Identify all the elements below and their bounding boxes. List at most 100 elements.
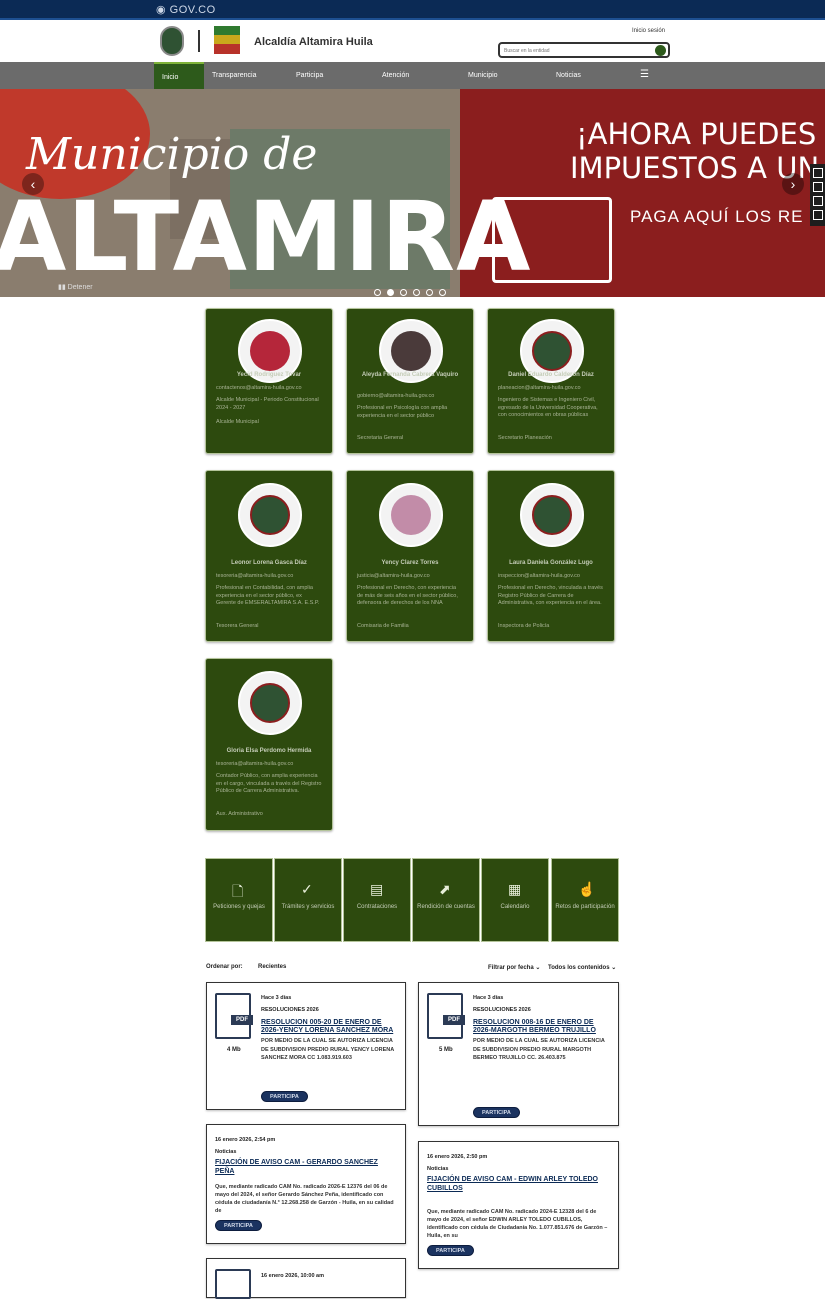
chart-icon: ⬈ <box>439 881 451 897</box>
site-title[interactable]: Alcaldía Altamira Huila <box>254 36 373 48</box>
filter-content-label: Todos los contenidos <box>548 965 610 971</box>
staff-card[interactable]: Yency Clarez Torres justicia@altamira-hu… <box>346 470 474 642</box>
tile-peticiones[interactable]: 🗋 Peticiones y quejas <box>205 858 273 942</box>
font-increase-icon[interactable] <box>812 196 823 206</box>
govco-link[interactable]: ◉ GOV.CO <box>156 3 216 16</box>
news-title[interactable]: FIJACIÓN DE AVISO CAM - EDWIN ARLEY TOLE… <box>427 1176 610 1193</box>
site-header: Alcaldía Altamira Huila Inicio sesión <box>0 22 825 62</box>
staff-email[interactable]: inspeccion@altamira-huila.gov.co <box>498 573 604 581</box>
search-input[interactable] <box>504 45 644 56</box>
municipal-flag-logo <box>214 26 240 54</box>
staff-email[interactable]: justicia@altamira-huila.gov.co <box>357 573 463 581</box>
participa-button[interactable]: PARTICIPA <box>261 1091 308 1102</box>
staff-card[interactable]: Yecid Rodríguez Tovar contactenos@altami… <box>205 308 333 454</box>
carousel-dots <box>374 283 452 297</box>
municipal-crest-logo[interactable] <box>160 26 184 56</box>
staff-photo <box>520 483 584 547</box>
tile-label: Contrataciones <box>356 904 398 910</box>
sort-bar: Ordenar por: Recientes Filtrar por fecha… <box>206 964 620 976</box>
carousel-dot[interactable] <box>374 289 381 296</box>
search-button[interactable] <box>655 45 666 56</box>
staff-role: Comisaria de Familia <box>357 623 409 629</box>
document-card[interactable]: PDF 4 Mb Hace 3 días RESOLUCIONES 2026 R… <box>206 982 406 1110</box>
pdf-icon: PDF <box>215 993 253 1039</box>
file-size: 4 Mb <box>227 1047 241 1053</box>
staff-card[interactable]: Leonor Lorena Gasca Díaz tesoreria@altam… <box>205 470 333 642</box>
doc-title[interactable]: RESOLUCION 005-20 DE ENERO DE 2026-YENCY… <box>261 1019 397 1035</box>
nav-item-transparencia[interactable]: Transparencia <box>212 62 257 89</box>
hand-icon: ☝ <box>578 881 596 897</box>
staff-card[interactable]: Laura Daniela González Lugo inspeccion@a… <box>487 470 615 642</box>
nav-item-participa[interactable]: Participa <box>296 62 323 89</box>
check-icon: ✓ <box>301 881 313 897</box>
carousel-dot[interactable] <box>400 289 407 296</box>
nav-item-inicio[interactable]: Inicio <box>154 62 204 89</box>
staff-email[interactable]: gobierno@altamira-huila.gov.co <box>357 393 463 401</box>
participa-button[interactable]: PARTICIPA <box>427 1245 474 1256</box>
carousel-dot-active[interactable] <box>387 289 394 296</box>
news-card[interactable]: 16 enero 2026, 2:50 pm Noticias FIJACIÓN… <box>418 1141 619 1269</box>
staff-role: Secretario Planeación <box>498 435 552 441</box>
carousel-dot[interactable] <box>413 289 420 296</box>
carousel-stop-button[interactable]: ▮▮ Detener <box>58 283 93 291</box>
hero-right-line1: ¡AHORA PUEDES P <box>576 117 825 151</box>
document-card[interactable]: PDF 5 Mb Hace 3 días RESOLUCIONES 2026 R… <box>418 982 619 1126</box>
staff-card[interactable]: Daniel Eduardo Calderón Díaz planeacion@… <box>487 308 615 454</box>
carousel-prev-button[interactable]: ‹ <box>22 173 44 195</box>
document-icon: 🗋 <box>232 883 244 899</box>
tile-calendario[interactable]: ▦ Calendario <box>481 858 549 942</box>
carousel-dot[interactable] <box>439 289 446 296</box>
nav-item-noticias[interactable]: Noticias <box>556 62 581 89</box>
staff-name: Leonor Lorena Gasca Díaz <box>231 560 307 566</box>
govco-label: GOV.CO <box>169 4 216 16</box>
doc-title[interactable]: RESOLUCION 008-16 DE ENERO DE 2026-MARGO… <box>473 1019 610 1035</box>
filter-date-dropdown[interactable]: Filtrar por fecha ⌄ <box>488 964 540 971</box>
staff-name: Laura Daniela González Lugo <box>509 560 593 566</box>
participa-button[interactable]: PARTICIPA <box>215 1220 262 1231</box>
hero-big-text: ALTAMIRA <box>0 181 532 293</box>
doc-description: POR MEDIO DE LA CUAL SE AUTORIZA LICENCI… <box>261 1038 395 1061</box>
tile-rendicion[interactable]: ⬈ Rendición de cuentas <box>412 858 480 942</box>
staff-role: Inspectora de Policía <box>498 623 550 629</box>
hero-right-line3: PAGA AQUÍ LOS RE <box>630 207 804 226</box>
chevron-down-icon: ⌄ <box>611 965 617 971</box>
document-card[interactable]: 16 enero 2026, 10:00 am <box>206 1258 406 1299</box>
staff-email[interactable]: planeacion@altamira-huila.gov.co <box>498 385 604 393</box>
news-title[interactable]: FIJACIÓN DE AVISO CAM - GERARDO SANCHEZ … <box>215 1159 397 1176</box>
contrast-icon[interactable] <box>812 168 823 178</box>
carousel-next-button[interactable]: › <box>782 173 804 195</box>
staff-bio: Profesional en Contabilidad, con amplia … <box>216 585 320 606</box>
nav-item-municipio[interactable]: Municipio <box>468 62 498 89</box>
font-decrease-icon[interactable] <box>812 182 823 192</box>
tile-tramites[interactable]: ✓ Trámites y servicios <box>274 858 342 942</box>
sort-label: Ordenar por: <box>206 964 243 970</box>
staff-email[interactable]: tesoreria@altamira-huila.gov.co <box>216 761 322 769</box>
tile-retos[interactable]: ☝ Retos de participación <box>551 858 619 942</box>
sort-select[interactable]: Recientes <box>258 964 286 970</box>
tile-label: Rendición de cuentas <box>417 904 475 910</box>
login-link[interactable]: Inicio sesión <box>632 28 665 34</box>
news-date: 16 enero 2026, 2:54 pm <box>215 1137 276 1143</box>
news-card[interactable]: 16 enero 2026, 2:54 pm Noticias FIJACIÓN… <box>206 1124 406 1244</box>
doc-category: RESOLUCIONES 2026 <box>473 1007 531 1013</box>
staff-card[interactable]: Aleyda Fernanda Cabrera Vaquiro gobierno… <box>346 308 474 454</box>
staff-bio: Contador Público, con amplia experiencia… <box>216 773 322 794</box>
staff-role: Tesorera General <box>216 623 259 629</box>
staff-email[interactable]: tesoreria@altamira-huila.gov.co <box>216 573 322 581</box>
pdf-icon <box>215 1269 251 1299</box>
main-nav: Inicio Transparencia Participa Atención … <box>0 62 825 89</box>
staff-photo <box>238 483 302 547</box>
staff-name: Gloria Elsa Perdomo Hermida <box>226 748 312 754</box>
calendar-icon: ▦ <box>508 881 522 897</box>
pdf-icon: PDF <box>427 993 465 1039</box>
menu-icon[interactable]: ☰ <box>640 69 649 80</box>
participa-button[interactable]: PARTICIPA <box>473 1107 520 1118</box>
filter-content-dropdown[interactable]: Todos los contenidos ⌄ <box>548 964 616 971</box>
nav-item-atencion[interactable]: Atención <box>382 62 409 89</box>
carousel-dot[interactable] <box>426 289 433 296</box>
tile-contrataciones[interactable]: ▤ Contrataciones <box>343 858 411 942</box>
contract-icon: ▤ <box>370 881 384 897</box>
staff-email[interactable]: contactenos@altamira-huila.gov.co <box>216 385 322 393</box>
sign-language-icon[interactable] <box>812 210 823 220</box>
staff-card[interactable]: Gloria Elsa Perdomo Hermida tesoreria@al… <box>205 658 333 831</box>
